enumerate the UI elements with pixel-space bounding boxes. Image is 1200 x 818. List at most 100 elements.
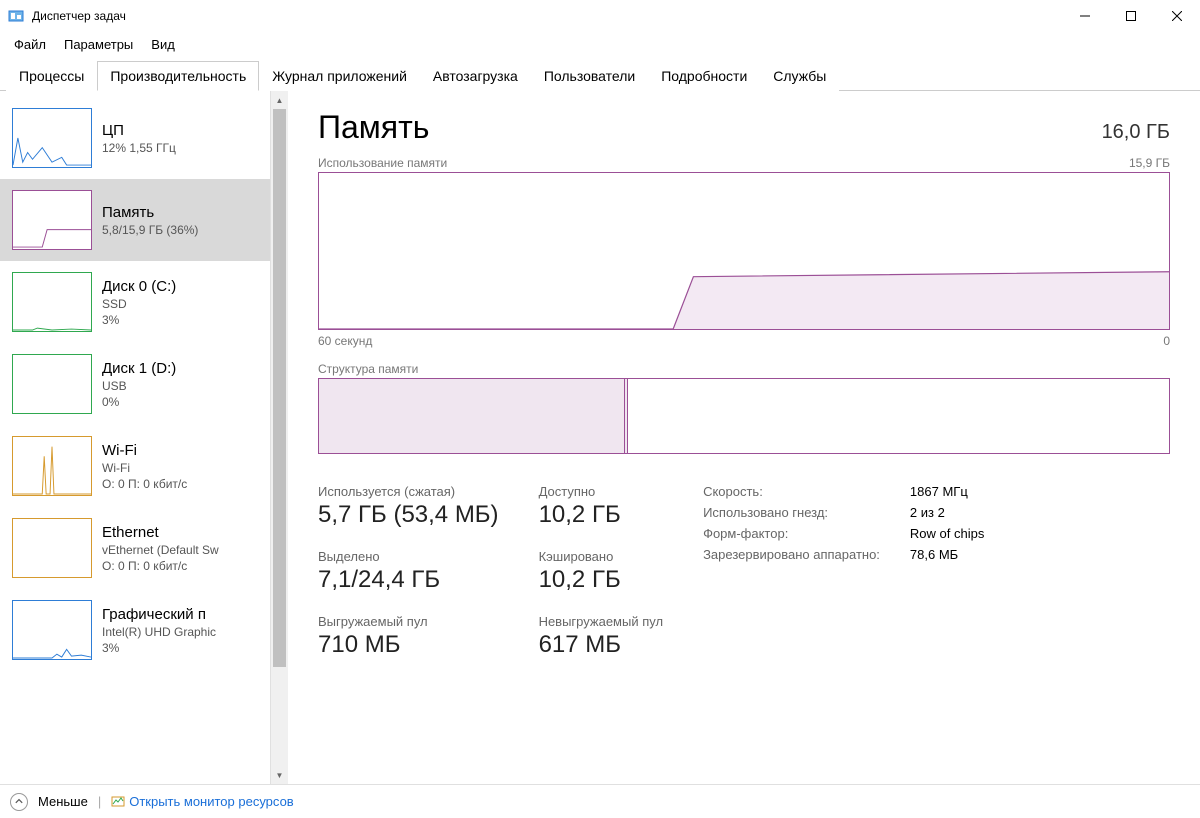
stat-paged-value: 710 МБ — [318, 631, 499, 659]
disk0-sub2: 3% — [102, 313, 258, 327]
stat-available: Доступно 10,2 ГБ — [539, 484, 664, 529]
stat-paged-label: Выгружаемый пул — [318, 614, 499, 629]
stat-paged: Выгружаемый пул 710 МБ — [318, 614, 499, 659]
memory-usage-chart — [318, 172, 1170, 330]
menu-file[interactable]: Файл — [6, 35, 54, 54]
tab-startup[interactable]: Автозагрузка — [420, 61, 531, 91]
mem-seg-inuse — [319, 379, 625, 453]
spec-speed-v: 1867 МГц — [910, 484, 984, 499]
close-button[interactable] — [1154, 0, 1200, 32]
wifi-sub1: Wi-Fi — [102, 461, 258, 475]
stat-available-label: Доступно — [539, 484, 664, 499]
stats-section: Используется (сжатая) 5,7 ГБ (53,4 МБ) Д… — [318, 484, 1170, 659]
memory-sub: 5,8/15,9 ГБ (36%) — [102, 223, 258, 237]
stat-available-value: 10,2 ГБ — [539, 501, 664, 529]
app-icon — [8, 8, 24, 24]
wifi-name: Wi-Fi — [102, 442, 258, 459]
gpu-sub2: 3% — [102, 641, 258, 655]
scroll-down-icon[interactable]: ▼ — [271, 766, 288, 784]
sidebar-item-wifi[interactable]: Wi-Fi Wi-Fi О: 0 П: 0 кбит/с — [0, 425, 270, 507]
cpu-thumb — [12, 108, 92, 168]
chart-axis-left: 60 секунд — [318, 334, 372, 348]
footer: Меньше | Открыть монитор ресурсов — [0, 784, 1200, 818]
stat-nonpaged-label: Невыгружаемый пул — [539, 614, 664, 629]
chart-label-row: Использование памяти 15,9 ГБ — [318, 156, 1170, 170]
spec-hwres-v: 78,6 МБ — [910, 547, 984, 562]
spec-slots-v: 2 из 2 — [910, 505, 984, 520]
disk1-sub1: USB — [102, 379, 258, 393]
disk0-thumb — [12, 272, 92, 332]
sidebar-item-gpu[interactable]: Графический п Intel(R) UHD Graphic 3% — [0, 589, 270, 671]
menu-view[interactable]: Вид — [143, 35, 183, 54]
chart-axis-right: 0 — [1163, 334, 1170, 348]
mem-struct-label: Структура памяти — [318, 362, 1170, 376]
scroll-up-icon[interactable]: ▲ — [271, 91, 288, 109]
stat-committed-value: 7,1/24,4 ГБ — [318, 566, 499, 594]
spec-speed-k: Скорость: — [703, 484, 880, 499]
disk0-sub1: SSD — [102, 297, 258, 311]
wifi-thumb — [12, 436, 92, 496]
tab-users[interactable]: Пользователи — [531, 61, 648, 91]
window-title: Диспетчер задач — [32, 9, 1062, 23]
chart-label-right: 15,9 ГБ — [1129, 156, 1170, 170]
open-resource-monitor-label: Открыть монитор ресурсов — [129, 794, 293, 809]
tab-apphistory[interactable]: Журнал приложений — [259, 61, 420, 91]
ethernet-sub2: О: 0 П: 0 кбит/с — [102, 559, 258, 573]
gpu-name: Графический п — [102, 606, 258, 623]
window-controls — [1062, 0, 1200, 32]
stat-used-label: Используется (сжатая) — [318, 484, 499, 499]
menubar: Файл Параметры Вид — [0, 32, 1200, 56]
ethernet-name: Ethernet — [102, 524, 258, 541]
memory-thumb — [12, 190, 92, 250]
maximize-button[interactable] — [1108, 0, 1154, 32]
titlebar: Диспетчер задач — [0, 0, 1200, 32]
sidebar-item-cpu[interactable]: ЦП 12% 1,55 ГГц — [0, 97, 270, 179]
tab-performance[interactable]: Производительность — [97, 61, 259, 91]
disk1-thumb — [12, 354, 92, 414]
footer-separator: | — [98, 794, 101, 809]
gpu-sub1: Intel(R) UHD Graphic — [102, 625, 258, 639]
fewer-details-button[interactable] — [10, 793, 28, 811]
content-area: ЦП 12% 1,55 ГГц Память 5,8/15,9 ГБ (36%) — [0, 91, 1200, 784]
tab-services[interactable]: Службы — [760, 61, 839, 91]
performance-sidebar: ЦП 12% 1,55 ГГц Память 5,8/15,9 ГБ (36%) — [0, 91, 270, 784]
spec-form-v: Row of chips — [910, 526, 984, 541]
stat-cached-label: Кэшировано — [539, 549, 664, 564]
minimize-button[interactable] — [1062, 0, 1108, 32]
tab-processes[interactable]: Процессы — [6, 61, 97, 91]
main-header: Память 16,0 ГБ — [318, 109, 1170, 146]
resource-monitor-icon — [111, 795, 125, 809]
menu-options[interactable]: Параметры — [56, 35, 141, 54]
tabstrip: Процессы Производительность Журнал прило… — [0, 56, 1200, 91]
wifi-sub2: О: 0 П: 0 кбит/с — [102, 477, 258, 491]
total-memory: 16,0 ГБ — [1102, 121, 1170, 144]
open-resource-monitor-link[interactable]: Открыть монитор ресурсов — [111, 794, 293, 809]
scroll-thumb[interactable] — [273, 109, 286, 667]
ethernet-thumb — [12, 518, 92, 578]
memory-name: Память — [102, 204, 258, 221]
sidebar-item-disk1[interactable]: Диск 1 (D:) USB 0% — [0, 343, 270, 425]
tab-details[interactable]: Подробности — [648, 61, 760, 91]
sidebar-item-ethernet[interactable]: Ethernet vEthernet (Default Sw О: 0 П: 0… — [0, 507, 270, 589]
cpu-name: ЦП — [102, 122, 258, 139]
spec-hwres-k: Зарезервировано аппаратно: — [703, 547, 880, 562]
scroll-track[interactable] — [271, 109, 288, 766]
sidebar-scrollbar[interactable]: ▲ ▼ — [270, 91, 288, 784]
stat-cached-value: 10,2 ГБ — [539, 566, 664, 594]
gpu-thumb — [12, 600, 92, 660]
page-title: Память — [318, 109, 429, 146]
stat-committed: Выделено 7,1/24,4 ГБ — [318, 549, 499, 594]
stat-nonpaged-value: 617 МБ — [539, 631, 664, 659]
stats-left: Используется (сжатая) 5,7 ГБ (53,4 МБ) Д… — [318, 484, 663, 659]
stats-right: Скорость: 1867 МГц Использовано гнезд: 2… — [703, 484, 984, 659]
chart-label-left: Использование памяти — [318, 156, 447, 170]
fewer-details-label[interactable]: Меньше — [38, 794, 88, 809]
ethernet-sub1: vEthernet (Default Sw — [102, 543, 258, 557]
memory-composition-chart — [318, 378, 1170, 454]
cpu-sub: 12% 1,55 ГГц — [102, 141, 258, 155]
mem-seg-available — [628, 379, 1169, 453]
sidebar-item-memory[interactable]: Память 5,8/15,9 ГБ (36%) — [0, 179, 270, 261]
sidebar-item-disk0[interactable]: Диск 0 (C:) SSD 3% — [0, 261, 270, 343]
stat-nonpaged: Невыгружаемый пул 617 МБ — [539, 614, 664, 659]
disk0-name: Диск 0 (C:) — [102, 278, 258, 295]
